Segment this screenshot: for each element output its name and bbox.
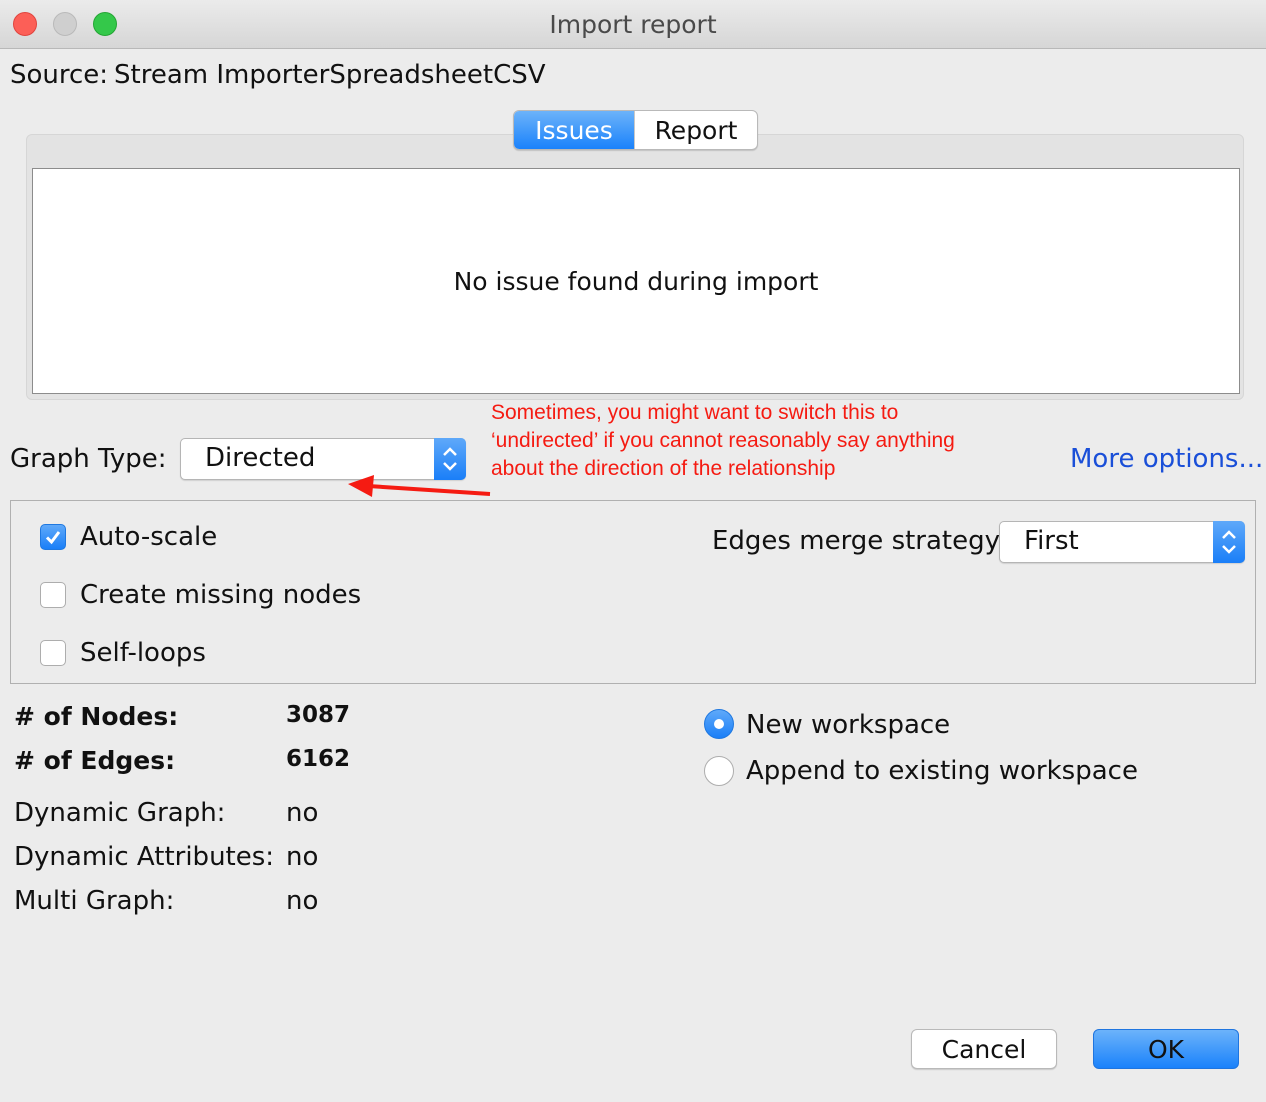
auto-scale-label: Auto-scale	[80, 522, 218, 552]
create-missing-nodes-checkbox[interactable]	[40, 582, 66, 608]
multi-graph-label: Multi Graph:	[14, 886, 175, 916]
edges-merge-strategy-select[interactable]: First	[999, 521, 1245, 563]
ok-button[interactable]: OK	[1093, 1029, 1239, 1069]
source-value: Stream ImporterSpreadsheetCSV	[114, 60, 546, 90]
create-missing-nodes-label: Create missing nodes	[80, 580, 362, 610]
append-workspace-label: Append to existing workspace	[746, 756, 1138, 786]
window-title: Import report	[549, 10, 717, 39]
more-options-link[interactable]: More options...	[1070, 444, 1263, 474]
tab-bar: Issues Report	[513, 110, 758, 150]
title-bar: Import report	[0, 0, 1266, 49]
issues-list: No issue found during import	[32, 168, 1240, 394]
tab-report[interactable]: Report	[634, 111, 757, 149]
tab-issues[interactable]: Issues	[514, 111, 634, 149]
new-workspace-radio[interactable]	[704, 709, 734, 739]
graph-type-label: Graph Type:	[10, 444, 167, 474]
auto-scale-checkbox[interactable]	[40, 524, 66, 550]
edges-count-label: # of Edges:	[14, 746, 176, 775]
cancel-button[interactable]: Cancel	[911, 1029, 1057, 1069]
edges-count-value: 6162	[286, 746, 351, 772]
append-workspace-radio[interactable]	[704, 756, 734, 786]
self-loops-checkbox[interactable]	[40, 640, 66, 666]
dynamic-graph-label: Dynamic Graph:	[14, 798, 226, 828]
dynamic-graph-value: no	[286, 798, 319, 828]
graph-type-value: Directed	[205, 443, 316, 473]
issues-message: No issue found during import	[453, 267, 819, 296]
edges-merge-strategy-label: Edges merge strategy:	[712, 526, 1007, 556]
self-loops-label: Self-loops	[80, 638, 206, 668]
new-workspace-label: New workspace	[746, 710, 951, 740]
edges-merge-strategy-value: First	[1024, 526, 1079, 556]
updown-arrows-icon	[1213, 521, 1245, 563]
dynamic-attributes-value: no	[286, 842, 319, 872]
dynamic-attributes-label: Dynamic Attributes:	[14, 842, 275, 872]
checkmark-icon	[45, 531, 61, 545]
source-label: Source:	[10, 60, 109, 90]
multi-graph-value: no	[286, 886, 319, 916]
nodes-count-value: 3087	[286, 702, 351, 728]
nodes-count-label: # of Nodes:	[14, 702, 179, 731]
annotation-note: Sometimes, you might want to switch this…	[491, 401, 955, 480]
